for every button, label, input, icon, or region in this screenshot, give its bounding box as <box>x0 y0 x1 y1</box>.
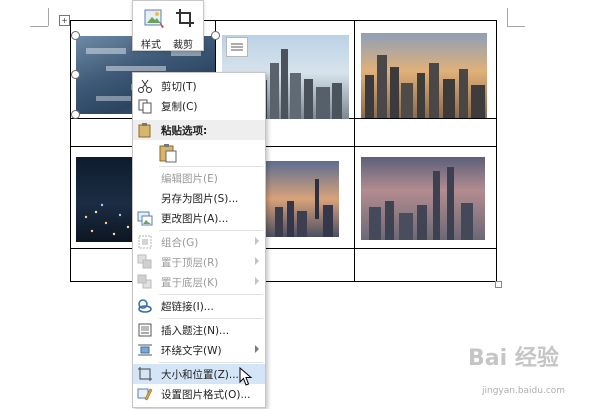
caption-icon <box>138 323 152 337</box>
menu-item-insert-caption[interactable]: 插入题注(N)... <box>133 320 265 340</box>
resize-handle[interactable] <box>71 70 80 79</box>
scissors-icon <box>138 79 152 93</box>
size-position-icon <box>138 367 152 381</box>
resize-handle[interactable] <box>71 110 80 119</box>
menu-item-hyperlink[interactable]: 超链接(I)... <box>133 296 265 316</box>
menu-separator <box>159 362 263 363</box>
page-corner-mark <box>48 8 49 26</box>
menu-item-label: 更改图片(A)... <box>161 213 229 225</box>
group-icon <box>138 235 152 249</box>
wrap-text-icon <box>138 344 152 356</box>
menu-item-copy[interactable]: 复制(C) <box>133 96 265 116</box>
submenu-arrow-icon <box>255 345 259 353</box>
submenu-arrow-icon <box>255 237 259 245</box>
sunset-skyline-image <box>365 55 485 118</box>
mouse-cursor-icon <box>239 367 253 386</box>
table-resize-handle[interactable] <box>495 281 502 288</box>
crop-button[interactable]: 裁剪 <box>171 5 199 51</box>
format-picture-icon <box>137 388 153 401</box>
city-sunset-photo[interactable] <box>361 33 487 118</box>
paste-picture-icon <box>159 144 177 163</box>
layout-options-icon[interactable] <box>226 37 248 57</box>
resize-handle[interactable] <box>71 31 80 40</box>
watermark-brand: Bai 经验 <box>468 346 559 371</box>
menu-item-label: 大小和位置(Z)... <box>161 369 239 381</box>
send-to-back-icon <box>137 274 152 289</box>
picture-style-icon <box>144 9 164 28</box>
page-corner-mark <box>30 26 48 27</box>
menu-separator <box>159 230 263 231</box>
menu-item-label: 复制(C) <box>161 101 198 113</box>
page-corner-mark <box>507 26 525 27</box>
submenu-arrow-icon <box>255 257 259 265</box>
paste-picture-button[interactable] <box>157 142 179 164</box>
mini-toolbar: 样式 裁剪 <box>132 0 204 51</box>
menu-item-label: 剪切(T) <box>161 81 197 93</box>
menu-item-label: 置于顶层(R) <box>161 257 219 269</box>
towers-image <box>369 167 473 240</box>
change-picture-icon <box>137 211 153 226</box>
menu-item-change-picture[interactable]: 更改图片(A)... <box>133 208 265 228</box>
clipboard-icon <box>138 123 151 138</box>
menu-item-format-picture[interactable]: 设置图片格式(O)... <box>133 384 265 404</box>
table-move-handle[interactable]: + <box>59 15 70 26</box>
style-button[interactable]: 样式 <box>139 5 167 51</box>
resize-handle[interactable] <box>211 31 220 40</box>
menu-item-bring-to-front: 置于顶层(R) <box>133 252 265 272</box>
menu-item-label: 另存为图片(S)... <box>161 193 239 205</box>
menu-item-cut[interactable]: 剪切(T) <box>133 76 265 96</box>
bring-to-front-icon <box>137 254 152 269</box>
menu-separator <box>159 318 263 319</box>
menu-item-group: 组合(G) <box>133 232 265 252</box>
context-menu: 剪切(T) 复制(C) 粘贴选项: 编辑图片(E) 另存为图片(S)... 更改… <box>132 72 266 408</box>
page-corner-mark <box>507 8 508 26</box>
crop-icon <box>176 9 194 27</box>
menu-item-label: 编辑图片(E) <box>161 173 218 185</box>
menu-separator <box>159 294 263 295</box>
paste-options-label: 粘贴选项: <box>161 125 208 137</box>
menu-separator <box>159 166 263 167</box>
hyperlink-icon <box>138 299 152 313</box>
city-dusk-photo[interactable] <box>265 161 339 237</box>
menu-item-label: 组合(G) <box>161 237 199 249</box>
menu-item-edit-picture: 编辑图片(E) <box>133 168 265 188</box>
menu-item-label: 设置图片格式(O)... <box>161 389 251 401</box>
style-label: 样式 <box>141 40 161 51</box>
menu-item-save-as-picture[interactable]: 另存为图片(S)... <box>133 188 265 208</box>
submenu-arrow-icon <box>255 277 259 285</box>
menu-item-send-to-back: 置于底层(K) <box>133 272 265 292</box>
menu-item-label: 插入题注(N)... <box>161 325 230 337</box>
crop-label: 裁剪 <box>173 40 193 51</box>
menu-item-label: 置于底层(K) <box>161 277 219 289</box>
copy-icon <box>138 99 152 114</box>
dusk-city-image <box>275 179 333 237</box>
night-city-image <box>84 203 130 236</box>
menu-item-wrap-text[interactable]: 环绕文字(W) <box>133 340 265 360</box>
city-night-photo[interactable] <box>76 157 136 242</box>
watermark-url: jingyan.baidu.com <box>482 386 566 396</box>
paste-options-header: 粘贴选项: <box>133 120 265 140</box>
twin-towers-photo[interactable] <box>361 157 485 240</box>
menu-item-label: 超链接(I)... <box>161 301 214 313</box>
menu-item-label: 环绕文字(W) <box>161 345 222 357</box>
